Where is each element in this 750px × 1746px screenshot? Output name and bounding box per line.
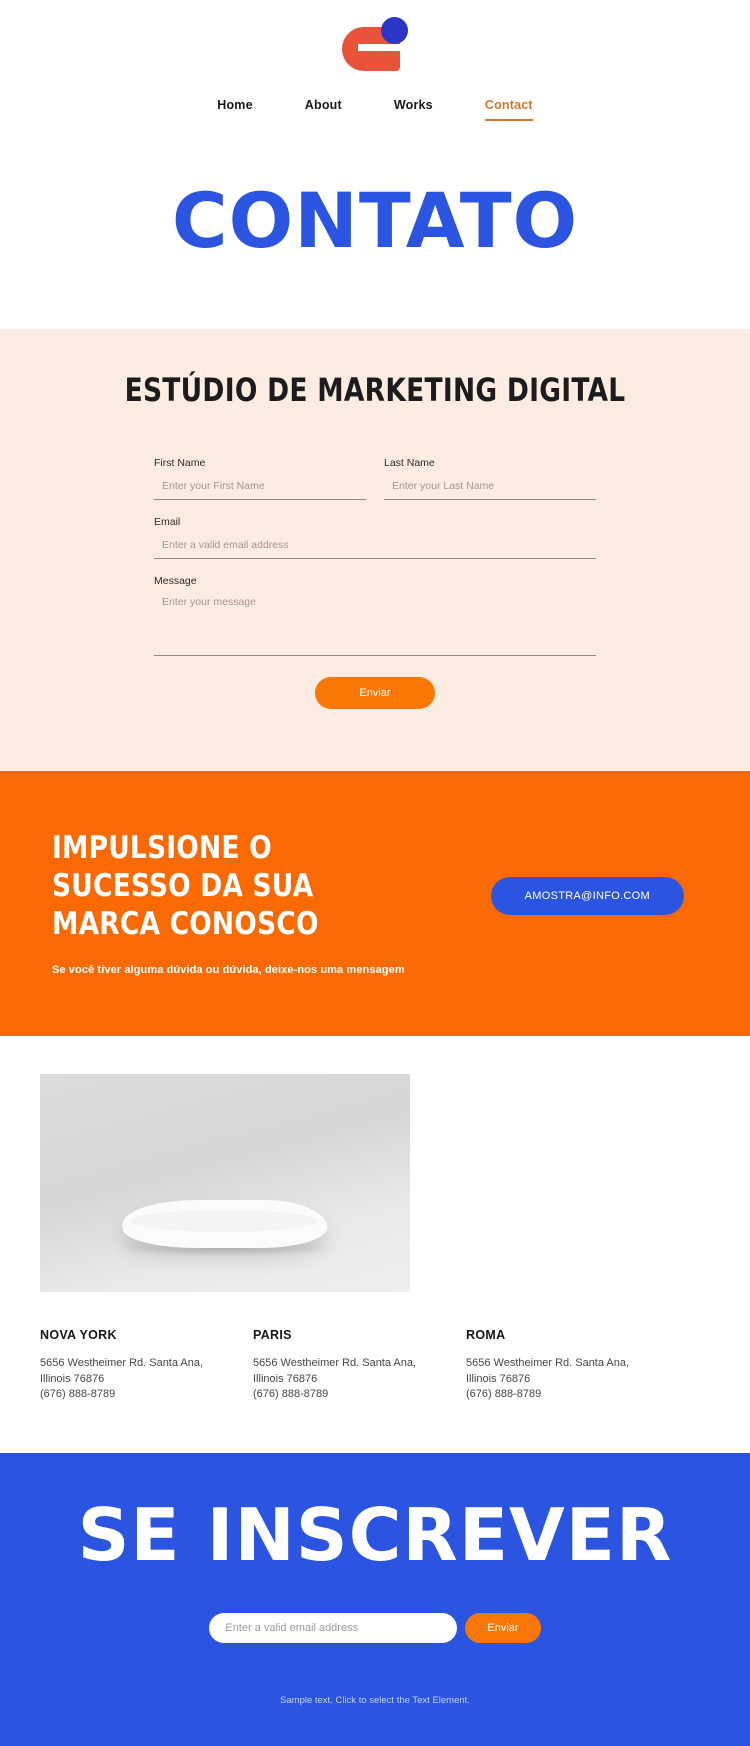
subscribe-email-input[interactable] [209, 1613, 458, 1644]
hero-section: CONTATO [0, 143, 750, 330]
location-address: 5656 Westheimer Rd. Santa Ana, Illinois … [466, 1356, 630, 1385]
location-city: ROMA [466, 1327, 506, 1342]
cta-action-block: AMOSTRA@INFO.COM [490, 829, 698, 916]
last-name-label: Last Name [384, 457, 435, 470]
cta-subtitle: Se você tiver alguma dúvida ou dúvida, d… [52, 963, 405, 976]
footer-note: Sample text. Click to select the Text El… [280, 1695, 470, 1707]
locations-image [40, 1073, 410, 1292]
location-card: NOVA YORK 5656 Westheimer Rd. Santa Ana,… [40, 1328, 253, 1404]
nav-item-works[interactable]: Works [394, 98, 433, 119]
cta-email-button[interactable]: AMOSTRA@INFO.COM [490, 877, 684, 916]
last-name-field-group: Last Name [384, 457, 596, 501]
subscribe-title: SE INSCREVER [77, 1493, 673, 1578]
first-name-input[interactable] [154, 478, 366, 501]
location-city: PARIS [253, 1327, 292, 1342]
main-navigation: Home About Works Contact [0, 82, 750, 143]
site-header: Home About Works Contact [0, 0, 750, 143]
last-name-input[interactable] [384, 478, 596, 501]
cta-section: IMPULSIONE O SUCESSO DA SUA MARCA CONOSC… [0, 771, 750, 1036]
logo-container [0, 10, 750, 82]
nav-item-home[interactable]: Home [217, 98, 253, 119]
email-input[interactable] [154, 537, 596, 560]
form-heading: ESTÚDIO DE MARKETING DIGITAL [124, 371, 626, 410]
location-city: NOVA YORK [40, 1327, 117, 1342]
locations-section: NOVA YORK 5656 Westheimer Rd. Santa Ana,… [0, 1035, 750, 1454]
location-address: 5656 Westheimer Rd. Santa Ana, Illinois … [40, 1356, 204, 1385]
contact-form: First Name Last Name Email Message Envia… [154, 457, 596, 710]
subscribe-form: Enviar [0, 1613, 750, 1644]
location-phone: (676) 888-8789 [253, 1388, 329, 1401]
subscribe-button[interactable]: Enviar [465, 1613, 541, 1644]
nav-item-about[interactable]: About [305, 98, 342, 119]
location-phone: (676) 888-8789 [466, 1388, 542, 1401]
submit-button[interactable]: Enviar [315, 677, 435, 710]
cta-title-line-3: MARCA CONOSCO [52, 906, 319, 943]
cta-title-line-1: IMPULSIONE O [52, 830, 272, 867]
brand-logo-icon[interactable] [342, 17, 408, 75]
email-label: Email [154, 516, 181, 529]
location-card: ROMA 5656 Westheimer Rd. Santa Ana, Illi… [466, 1328, 679, 1404]
page-title: CONTATO [171, 176, 579, 265]
message-input[interactable] [154, 594, 596, 657]
cta-title-line-2: SUCESSO DA SUA [52, 868, 314, 905]
logo-slot-shape [358, 44, 402, 51]
email-field-group: Email [154, 516, 596, 560]
name-row: First Name Last Name [154, 457, 596, 516]
cta-text-block: IMPULSIONE O SUCESSO DA SUA MARCA CONOSC… [52, 829, 405, 975]
locations-grid: NOVA YORK 5656 Westheimer Rd. Santa Ana,… [40, 1328, 710, 1404]
message-field-group: Message [154, 575, 596, 661]
first-name-field-group: First Name [154, 457, 366, 501]
contact-form-section: ESTÚDIO DE MARKETING DIGITAL First Name … [0, 329, 750, 772]
location-address: 5656 Westheimer Rd. Santa Ana, Illinois … [253, 1356, 417, 1385]
submit-row: Enviar [154, 677, 596, 710]
first-name-label: First Name [154, 457, 206, 470]
nav-item-contact[interactable]: Contact [484, 98, 533, 121]
location-card: PARIS 5656 Westheimer Rd. Santa Ana, Ill… [253, 1328, 466, 1404]
subscribe-section: SE INSCREVER Enviar Sample text. Click t… [0, 1453, 750, 1746]
rock-podium-shape [122, 1199, 328, 1248]
cta-title: IMPULSIONE O SUCESSO DA SUA MARCA CONOSC… [52, 829, 387, 943]
location-phone: (676) 888-8789 [40, 1388, 116, 1401]
logo-dot-shape [381, 17, 408, 44]
message-label: Message [154, 575, 197, 588]
